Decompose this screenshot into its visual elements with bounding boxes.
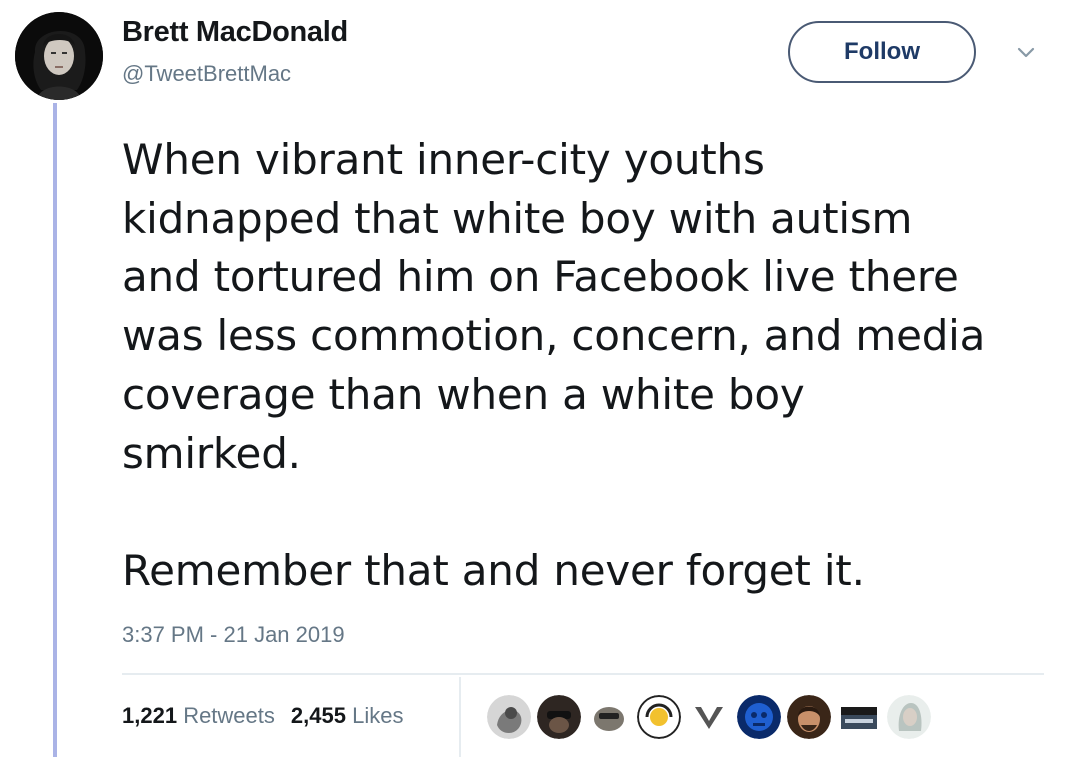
tweet-text-line: When vibrant inner-city youths xyxy=(122,135,765,184)
liker-avatars xyxy=(487,695,937,739)
thread-line xyxy=(53,103,57,757)
divider xyxy=(122,673,1044,675)
retweets-stat[interactable]: 1,221 Retweets xyxy=(122,703,275,728)
liker-avatar-6[interactable] xyxy=(737,695,781,739)
author-avatar[interactable] xyxy=(15,12,103,100)
user-avatar-icon xyxy=(15,12,103,100)
likes-stat[interactable]: 2,455 Likes xyxy=(291,703,404,728)
tweet-text-line: coverage than when a white boy xyxy=(122,369,805,419)
liker-avatar-3[interactable] xyxy=(587,695,631,739)
tweet-timestamp[interactable]: 3:37 PM - 21 Jan 2019 xyxy=(122,622,345,648)
liker-avatar-5[interactable] xyxy=(687,695,731,739)
liker-avatar-4[interactable] xyxy=(637,695,681,739)
author-handle[interactable]: @TweetBrettMac xyxy=(122,61,291,87)
liker-avatar-2[interactable] xyxy=(537,695,581,739)
follow-button[interactable]: Follow xyxy=(788,21,976,83)
liker-avatar-8[interactable] xyxy=(837,695,881,739)
tweet-text-line: smirked. xyxy=(122,428,301,478)
tweet-text-line: Remember that and never forget it. xyxy=(122,545,865,595)
liker-avatar-7[interactable] xyxy=(787,695,831,739)
tweet-text-line: and tortured him on Facebook live there xyxy=(122,252,959,302)
tweet-text: When vibrant inner-city youths kidnapped… xyxy=(122,131,1067,601)
retweets-label: Retweets xyxy=(183,703,275,728)
likes-label: Likes xyxy=(352,703,404,728)
author-display-name[interactable]: Brett MacDonald xyxy=(122,16,348,49)
likes-count: 2,455 xyxy=(290,703,346,728)
tweet-stats: 1,221 Retweets 2,455 Likes xyxy=(122,703,403,729)
liker-avatar-9[interactable] xyxy=(887,695,931,739)
stats-separator xyxy=(459,677,461,757)
retweets-count: 1,221 xyxy=(122,703,178,728)
tweet-text-line: kidnapped that white boy with autism xyxy=(122,193,913,243)
liker-avatar-1[interactable] xyxy=(487,695,531,739)
chevron-down-icon[interactable] xyxy=(1016,46,1036,60)
tweet-text-line: was less commotion, concern, and media xyxy=(122,311,986,361)
